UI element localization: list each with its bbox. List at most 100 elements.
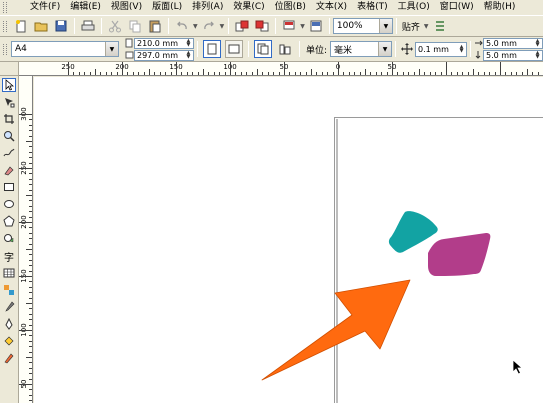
magenta-shape[interactable] — [428, 233, 491, 276]
import-button[interactable] — [234, 18, 250, 34]
all-pages-button[interactable] — [253, 40, 272, 58]
welcome-screen-button[interactable] — [308, 18, 324, 34]
ruler-tick — [381, 72, 383, 75]
table-tool[interactable] — [2, 266, 16, 280]
ruler-tick — [73, 72, 75, 75]
menu-effects[interactable]: 效果(C) — [228, 0, 269, 15]
paste-button[interactable] — [147, 18, 163, 34]
paper-width-input[interactable]: 210.0 mm ▲ ▼ — [133, 37, 194, 49]
menu-layout[interactable]: 版面(L) — [147, 0, 187, 15]
menu-edit[interactable]: 编辑(E) — [65, 0, 106, 15]
ruler-tick — [29, 254, 32, 256]
property-bar-grip[interactable] — [3, 43, 7, 55]
spin-arrows-icon[interactable]: ▲ ▼ — [184, 38, 193, 48]
ruler-tick — [29, 335, 32, 337]
toolbar-separator — [228, 18, 230, 34]
horizontal-offset-icon — [475, 40, 483, 46]
units-combo[interactable]: 毫米 ▼ — [330, 41, 393, 57]
menubar-grip[interactable] — [3, 2, 7, 13]
rectangle-tool[interactable] — [2, 180, 16, 194]
redo-dropdown-icon[interactable]: ▼ — [220, 23, 225, 30]
menu-tools[interactable]: 工具(O) — [393, 0, 435, 15]
ruler-tick — [29, 135, 32, 137]
undo-dropdown-icon[interactable]: ▼ — [193, 23, 198, 30]
current-page-button[interactable] — [276, 40, 294, 58]
snap-dropdown-icon[interactable]: ▼ — [424, 23, 429, 30]
snap-to-label[interactable]: 贴齐 — [402, 20, 420, 33]
undo-button[interactable] — [174, 18, 190, 34]
ruler-tick — [159, 72, 161, 75]
vertical-ruler[interactable]: 300 250 200 150 100 50 — [19, 76, 33, 403]
horizontal-ruler[interactable]: 250 200 150 100 50 0 50 — [19, 62, 543, 76]
options-button[interactable] — [432, 18, 448, 34]
basic-shapes-tool[interactable] — [2, 231, 16, 245]
pick-tool[interactable] — [2, 78, 16, 92]
ruler-tick — [397, 72, 399, 75]
ruler-tick — [127, 72, 129, 75]
freehand-tool[interactable] — [2, 146, 16, 160]
duplicate-x-input[interactable]: 5.0 mm ▲ ▼ — [483, 37, 543, 49]
teal-shape[interactable] — [388, 211, 438, 253]
redo-button[interactable] — [201, 18, 217, 34]
save-button[interactable] — [53, 18, 69, 34]
paper-height-input[interactable]: 297.0 mm ▲ ▼ — [133, 49, 194, 61]
ruler-tick — [262, 72, 264, 75]
duplicate-y-input[interactable]: 5.0 mm ▲ ▼ — [483, 49, 543, 61]
print-button[interactable] — [80, 18, 96, 34]
folder-icon — [34, 22, 48, 32]
menu-arrange[interactable]: 排列(A) — [187, 0, 228, 15]
new-file-icon — [16, 20, 26, 33]
spin-arrows-icon[interactable]: ▲ ▼ — [533, 38, 542, 48]
zoom-levels-combo[interactable]: 100% ▼ — [332, 18, 393, 34]
copy-button[interactable] — [127, 18, 143, 34]
paper-type-combo[interactable]: A4 ▼ — [11, 41, 119, 57]
zoom-tool[interactable] — [2, 129, 16, 143]
chevron-down-icon[interactable]: ▼ — [104, 42, 118, 56]
menu-window[interactable]: 窗口(W) — [435, 0, 479, 15]
open-button[interactable] — [33, 18, 49, 34]
fill-tool[interactable] — [2, 334, 16, 348]
nudge-distance-input[interactable]: 0.1 mm ▲ ▼ — [415, 41, 468, 57]
spin-arrows-icon[interactable]: ▲ ▼ — [533, 50, 542, 60]
menu-text[interactable]: 文本(X) — [311, 0, 352, 15]
clipboard-icon — [149, 20, 161, 33]
ruler-tick — [451, 72, 453, 75]
new-document-button[interactable] — [13, 18, 29, 34]
shape-tool[interactable] — [2, 95, 16, 109]
ruler-tick — [105, 72, 107, 75]
menu-bitmaps[interactable]: 位图(B) — [270, 0, 311, 15]
spin-arrows-icon[interactable]: ▲ ▼ — [184, 50, 193, 60]
menu-help[interactable]: 帮助(H) — [479, 0, 521, 15]
drawing-canvas[interactable] — [34, 77, 543, 403]
toolbar-grip[interactable] — [3, 20, 7, 32]
ruler-tick — [26, 303, 32, 304]
orange-arrow[interactable] — [261, 279, 411, 381]
export-button[interactable] — [254, 18, 270, 34]
chevron-down-icon[interactable]: ▼ — [378, 19, 392, 33]
smart-fill-tool[interactable] — [2, 163, 16, 177]
spin-arrows-icon[interactable]: ▲ ▼ — [457, 44, 466, 54]
import-icon — [235, 20, 249, 32]
landscape-icon — [228, 44, 240, 54]
portrait-button[interactable] — [202, 40, 221, 58]
eyedropper-tool[interactable] — [2, 300, 16, 314]
menu-view[interactable]: 视图(V) — [106, 0, 147, 15]
ruler-origin-corner[interactable] — [0, 62, 19, 76]
polygon-tool[interactable] — [2, 214, 16, 228]
menu-file[interactable]: 文件(F) — [25, 0, 65, 15]
interactive-blend-tool[interactable] — [2, 283, 16, 297]
ruler-tick — [29, 319, 32, 321]
application-launcher-button[interactable] — [281, 18, 297, 34]
cut-button[interactable] — [107, 18, 123, 34]
landscape-button[interactable] — [224, 40, 243, 58]
menu-table[interactable]: 表格(T) — [352, 0, 393, 15]
ruler-tick — [370, 72, 372, 75]
chevron-down-icon[interactable]: ▼ — [378, 42, 392, 56]
text-tool[interactable]: 字 — [2, 249, 16, 264]
outline-tool[interactable] — [2, 317, 16, 331]
ruler-tick — [289, 72, 291, 75]
crop-tool[interactable] — [2, 112, 16, 126]
launcher-dropdown-icon[interactable]: ▼ — [300, 23, 305, 30]
interactive-fill-tool[interactable] — [2, 351, 16, 365]
ellipse-tool[interactable] — [2, 197, 16, 211]
